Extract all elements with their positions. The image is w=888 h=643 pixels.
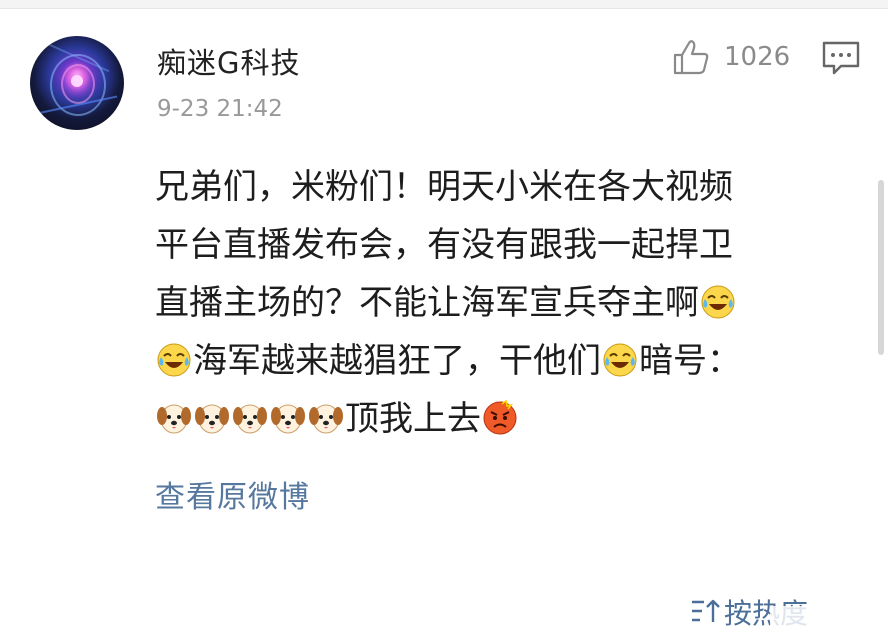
top-divider — [0, 0, 888, 9]
thumbs-up-icon[interactable] — [672, 38, 710, 76]
angry-emoji — [483, 400, 517, 435]
dog-emoji — [157, 404, 191, 434]
sort-icon — [692, 599, 720, 622]
content-text: 顶我上去 — [345, 399, 481, 439]
dog-emoji — [309, 404, 343, 434]
post-content: 兄弟们，米粉们！明天小米在各大视频 平台直播发布会，有没有跟我一起捍卫 直播主场的？… — [155, 158, 830, 448]
content-line: 直播主场的？不能让海军宣兵夺主啊 — [155, 274, 830, 332]
dog-emoji — [233, 404, 267, 434]
comment-icon[interactable] — [821, 40, 861, 76]
content-line: 兄弟们，米粉们！明天小米在各大视频 — [155, 158, 830, 216]
content-line: 平台直播发布会，有没有跟我一起捍卫 — [155, 216, 830, 274]
username[interactable]: 痴迷G科技 — [157, 40, 300, 82]
scrollbar[interactable] — [878, 180, 884, 355]
laugh-cry-emoji — [701, 285, 735, 319]
laugh-cry-emoji — [157, 343, 191, 377]
dog-emoji — [195, 404, 229, 434]
dog-emoji — [271, 404, 305, 434]
laugh-cry-emoji — [603, 343, 637, 377]
content-text: 兄弟们，米粉们！明天小米在各大视频 — [155, 167, 733, 207]
content-text: 海军越来越猖狂了，干他们 — [193, 341, 601, 381]
content-text: 直播主场的？不能让海军宣兵夺主啊 — [155, 283, 699, 323]
content-text: 暗号： — [639, 341, 741, 381]
post-timestamp: 9-23 21:42 — [157, 96, 283, 122]
avatar[interactable] — [30, 36, 124, 130]
view-original-link[interactable]: 查看原微博 — [155, 472, 310, 516]
watermark-overlay — [770, 606, 888, 643]
content-line: 顶我上去 — [155, 390, 830, 448]
content-text: 平台直播发布会，有没有跟我一起捍卫 — [155, 225, 733, 265]
like-count: 1026 — [724, 42, 791, 72]
content-line: 海军越来越猖狂了，干他们 暗号： — [155, 332, 830, 390]
